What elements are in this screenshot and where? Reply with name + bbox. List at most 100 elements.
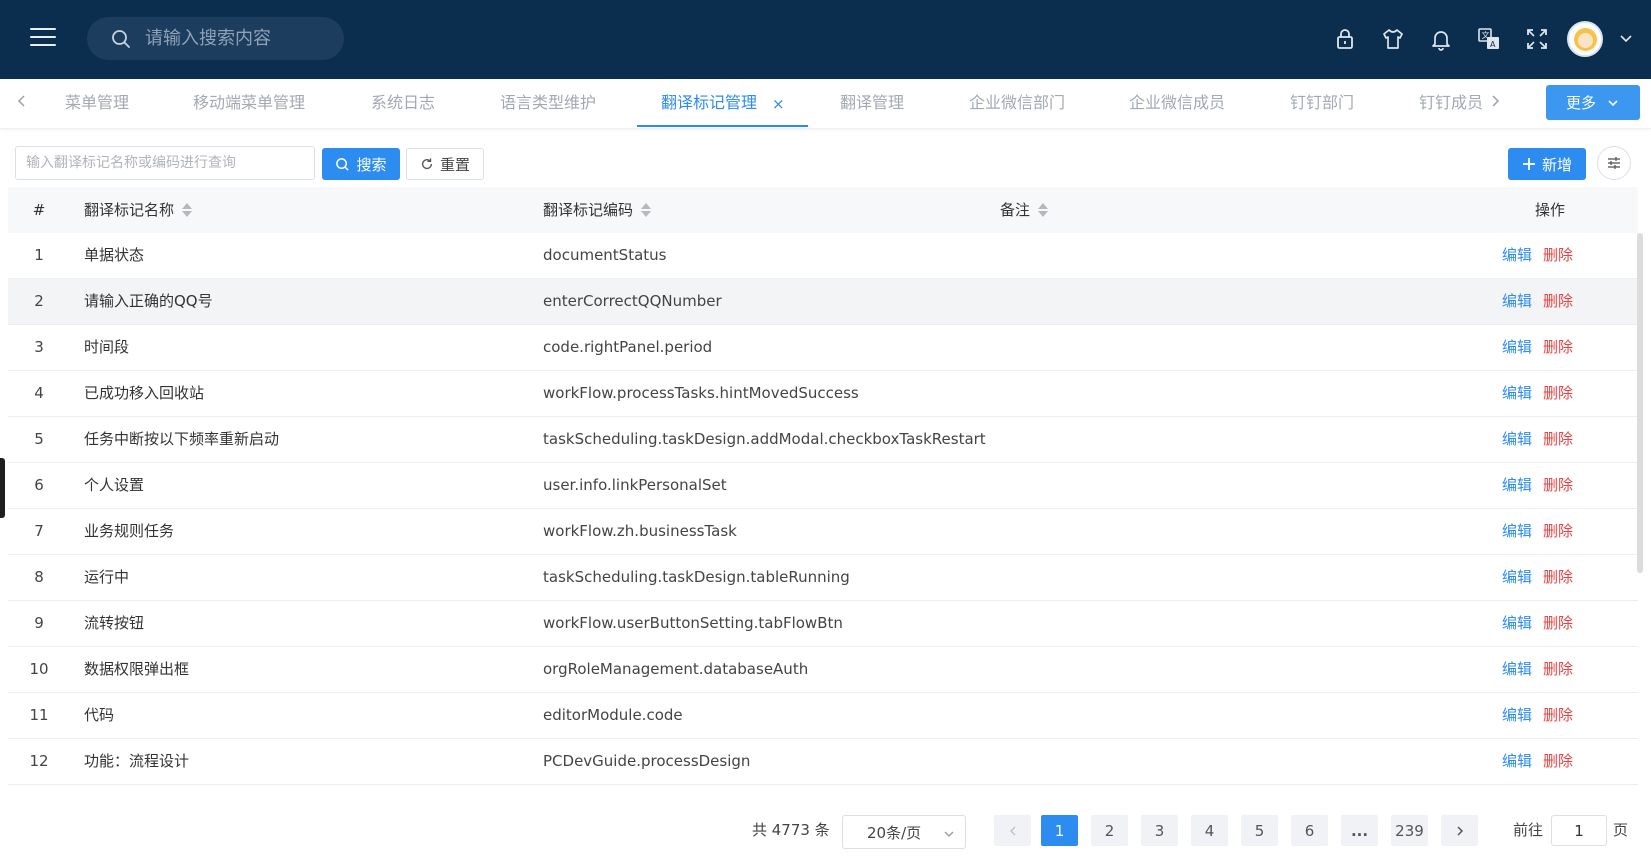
global-search-input[interactable] — [145, 28, 335, 49]
edit-link[interactable]: 编辑 — [1502, 647, 1532, 692]
row-index: 10 — [29, 660, 49, 678]
tab-menu-management[interactable]: 菜单管理 — [65, 79, 129, 127]
add-button[interactable]: 新增 — [1508, 148, 1586, 180]
reset-button[interactable]: 重置 — [406, 148, 484, 180]
delete-link[interactable]: 删除 — [1543, 463, 1573, 508]
edit-link[interactable]: 编辑 — [1502, 463, 1532, 508]
query-input[interactable] — [15, 146, 315, 180]
delete-link[interactable]: 删除 — [1543, 417, 1573, 462]
row-code: workFlow.processTasks.hintMovedSuccess — [543, 384, 859, 402]
table-row[interactable]: 6 个人设置 user.info.linkPersonalSet 编辑 删除 — [8, 463, 1638, 509]
delete-link[interactable]: 删除 — [1543, 325, 1573, 370]
table-row[interactable]: 2 请输入正确的QQ号 enterCorrectQQNumber 编辑 删除 — [8, 279, 1638, 325]
reset-button-label: 重置 — [439, 155, 470, 174]
sort-icon[interactable] — [182, 202, 193, 218]
add-button-label: 新增 — [1541, 155, 1572, 174]
edit-link[interactable]: 编辑 — [1502, 739, 1532, 784]
row-code: documentStatus — [543, 246, 667, 264]
bell-icon[interactable] — [1428, 26, 1454, 52]
next-page-button[interactable] — [1441, 815, 1478, 846]
row-code: editorModule.code — [543, 706, 683, 724]
delete-link[interactable]: 删除 — [1543, 509, 1573, 554]
tab-scroll-left-icon[interactable] — [14, 93, 30, 109]
header-code[interactable]: 翻译标记编码 — [543, 187, 652, 233]
row-name: 代码 — [84, 706, 115, 724]
header-actions: 操作 — [1535, 201, 1566, 219]
delete-link[interactable]: 删除 — [1543, 647, 1573, 692]
table-row[interactable]: 3 时间段 code.rightPanel.period 编辑 删除 — [8, 325, 1638, 371]
row-code: workFlow.userButtonSetting.tabFlowBtn — [543, 614, 843, 632]
tab-system-log[interactable]: 系统日志 — [371, 79, 435, 127]
table-row[interactable]: 5 任务中断按以下频率重新启动 taskScheduling.taskDesign.… — [8, 417, 1638, 463]
table-row[interactable]: 8 运行中 taskScheduling.taskDesign.tableRunni… — [8, 555, 1638, 601]
prev-page-button[interactable] — [994, 815, 1031, 846]
page-ellipsis[interactable]: ... — [1341, 815, 1378, 846]
tab-scroll-right-icon[interactable] — [1487, 93, 1503, 109]
table-row[interactable]: 10 数据权限弹出框 orgRoleManagement.databaseAuth 编… — [8, 647, 1638, 693]
sort-icon[interactable] — [641, 202, 652, 218]
search-button[interactable]: 搜索 — [322, 148, 400, 180]
edit-link[interactable]: 编辑 — [1502, 325, 1532, 370]
chevron-down-icon[interactable] — [1618, 30, 1634, 46]
delete-link[interactable]: 删除 — [1543, 601, 1573, 646]
svg-text:A: A — [1490, 40, 1496, 49]
tab-wecom-members[interactable]: 企业微信成员 — [1129, 79, 1225, 127]
fullscreen-icon[interactable] — [1524, 26, 1550, 52]
page-button-4[interactable]: 4 — [1191, 815, 1228, 846]
row-name: 时间段 — [84, 338, 130, 356]
edit-link[interactable]: 编辑 — [1502, 509, 1532, 554]
translate-icon[interactable]: 文A — [1476, 26, 1502, 52]
edit-link[interactable]: 编辑 — [1502, 279, 1532, 324]
goto-page-input[interactable] — [1551, 815, 1607, 846]
page-button-2[interactable]: 2 — [1091, 815, 1128, 846]
row-index: 11 — [29, 706, 49, 724]
page-button-5[interactable]: 5 — [1241, 815, 1278, 846]
tab-translation-management[interactable]: 翻译管理 — [840, 79, 904, 127]
delete-link[interactable]: 删除 — [1543, 371, 1573, 416]
edit-link[interactable]: 编辑 — [1502, 555, 1532, 600]
table-row[interactable]: 4 已成功移入回收站 workFlow.processTasks.hintMoved… — [8, 371, 1638, 417]
page-button-6[interactable]: 6 — [1291, 815, 1328, 846]
tab-dingtalk-members[interactable]: 钉钉成员 — [1419, 79, 1483, 127]
menu-toggle-icon[interactable] — [30, 28, 56, 48]
sort-icon[interactable] — [1038, 202, 1049, 218]
active-tab-indicator — [637, 125, 808, 127]
tab-language-types[interactable]: 语言类型维护 — [500, 79, 596, 127]
page-button-3[interactable]: 3 — [1141, 815, 1178, 846]
edit-link[interactable]: 编辑 — [1502, 371, 1532, 416]
delete-link[interactable]: 删除 — [1543, 555, 1573, 600]
tab-translation-marks[interactable]: 翻译标记管理 — [661, 79, 757, 127]
edit-link[interactable]: 编辑 — [1502, 693, 1532, 738]
edit-link[interactable]: 编辑 — [1502, 417, 1532, 462]
tab-mobile-menu-management[interactable]: 移动端菜单管理 — [193, 79, 305, 127]
shirt-icon[interactable] — [1380, 26, 1406, 52]
delete-link[interactable]: 删除 — [1543, 693, 1573, 738]
page-button-1[interactable]: 1 — [1041, 815, 1078, 846]
header-remark[interactable]: 备注 — [1000, 187, 1049, 233]
edit-link[interactable]: 编辑 — [1502, 233, 1532, 278]
edit-link[interactable]: 编辑 — [1502, 601, 1532, 646]
table-row[interactable]: 12 功能：流程设计 PCDevGuide.processDesign 编辑 删除 — [8, 739, 1638, 785]
delete-link[interactable]: 删除 — [1543, 739, 1573, 784]
lock-icon[interactable] — [1332, 26, 1358, 52]
table-row[interactable]: 9 流转按钮 workFlow.userButtonSetting.tabFlowB… — [8, 601, 1638, 647]
page-button-last[interactable]: 239 — [1391, 815, 1428, 846]
tab-wecom-departments[interactable]: 企业微信部门 — [969, 79, 1065, 127]
table-row[interactable]: 11 代码 editorModule.code 编辑 删除 — [8, 693, 1638, 739]
page-size-select[interactable]: 20条/页 — [842, 815, 966, 849]
more-tabs-button[interactable]: 更多 — [1546, 85, 1640, 120]
row-index: 12 — [29, 752, 49, 770]
table-scrollbar[interactable] — [1637, 233, 1643, 573]
row-index: 9 — [34, 614, 44, 632]
side-drawer-handle[interactable] — [0, 458, 5, 518]
table-row[interactable]: 7 业务规则任务 workFlow.zh.businessTask 编辑 删除 — [8, 509, 1638, 555]
global-search[interactable] — [87, 17, 344, 60]
column-settings-button[interactable] — [1597, 146, 1631, 180]
header-name[interactable]: 翻译标记名称 — [84, 187, 193, 233]
delete-link[interactable]: 删除 — [1543, 279, 1573, 324]
user-avatar[interactable] — [1567, 21, 1603, 57]
delete-link[interactable]: 删除 — [1543, 233, 1573, 278]
table-row[interactable]: 1 单据状态 documentStatus 编辑 删除 — [8, 233, 1638, 279]
tab-dingtalk-departments[interactable]: 钉钉部门 — [1290, 79, 1354, 127]
tab-close-icon[interactable]: × — [772, 96, 785, 112]
